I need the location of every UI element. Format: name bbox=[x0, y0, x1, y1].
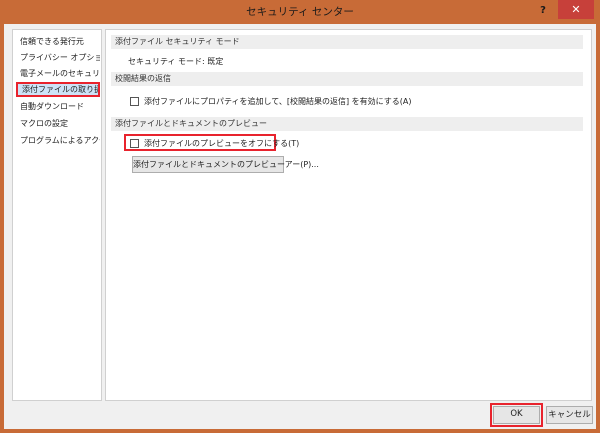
cancel-button[interactable]: キャンセル bbox=[546, 406, 593, 424]
sidebar-item-trusted-publishers[interactable]: 信頼できる発行元 bbox=[16, 34, 100, 49]
settings-panel: 添付ファイル セキュリティ モード セキュリティ モード: 既定 校閲結果の返信… bbox=[105, 29, 592, 401]
attachment-security-header: 添付ファイル セキュリティ モード bbox=[111, 35, 583, 49]
sidebar-item-email-security[interactable]: 電子メールのセキュリティ bbox=[16, 66, 100, 81]
security-mode-text: セキュリティ モード: 既定 bbox=[128, 57, 224, 66]
previewer-settings-button[interactable]: 添付ファイルとドキュメントのプレビューアー(P)... bbox=[132, 156, 319, 173]
security-center-dialog: セキュリティ センター ? ✕ 信頼できる発行元 プライバシー オプション 電子… bbox=[0, 0, 600, 433]
review-reply-label[interactable]: 添付ファイルにプロパティを追加して、[校閲結果の返信] を有効にする(A) bbox=[144, 96, 411, 107]
title-bar[interactable]: セキュリティ センター ? ✕ bbox=[0, 0, 600, 24]
sidebar-item-programmatic-access[interactable]: プログラムによるアクセス bbox=[16, 133, 100, 148]
help-button[interactable]: ? bbox=[536, 4, 550, 18]
window-title: セキュリティ センター bbox=[246, 6, 354, 18]
category-sidebar: 信頼できる発行元 プライバシー オプション 電子メールのセキュリティ 添付ファイ… bbox=[12, 29, 102, 401]
review-reply-checkbox[interactable] bbox=[130, 97, 139, 106]
close-button[interactable]: ✕ bbox=[558, 0, 594, 19]
ok-button[interactable]: OK bbox=[493, 406, 540, 424]
dialog-client-area: 信頼できる発行元 プライバシー オプション 電子メールのセキュリティ 添付ファイ… bbox=[4, 24, 596, 429]
review-reply-header: 校閲結果の返信 bbox=[111, 72, 583, 86]
preview-off-checkbox[interactable] bbox=[130, 139, 139, 148]
sidebar-item-macro-settings[interactable]: マクロの設定 bbox=[16, 116, 100, 131]
sidebar-item-attachment-handling[interactable]: 添付ファイルの取り扱い bbox=[16, 82, 100, 97]
sidebar-item-automatic-download[interactable]: 自動ダウンロード bbox=[16, 99, 100, 114]
sidebar-item-privacy-options[interactable]: プライバシー オプション bbox=[16, 50, 100, 65]
preview-off-label[interactable]: 添付ファイルのプレビューをオフにする(T) bbox=[144, 138, 299, 149]
preview-header: 添付ファイルとドキュメントのプレビュー bbox=[111, 117, 583, 131]
